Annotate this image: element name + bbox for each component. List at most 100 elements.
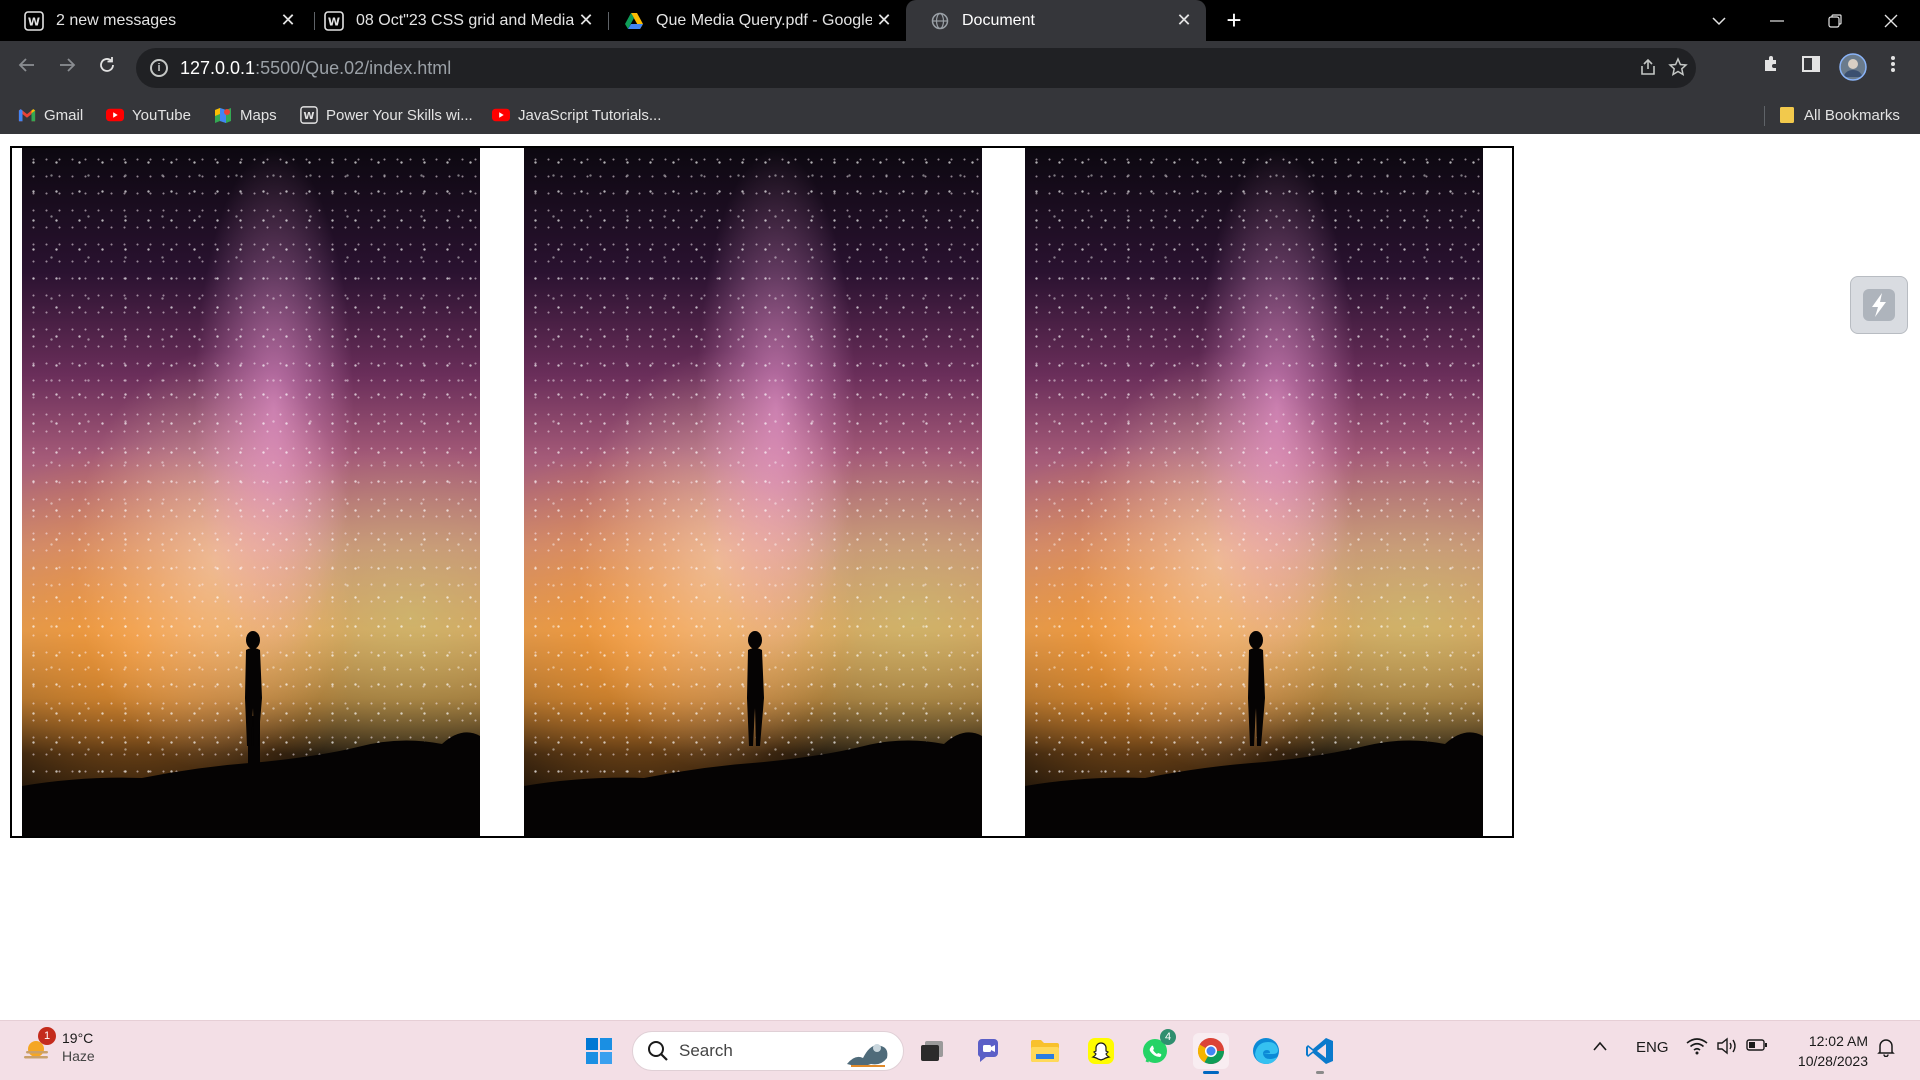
chat-icon bbox=[977, 1039, 998, 1062]
svg-text:W: W bbox=[304, 111, 315, 122]
bookmark-maps[interactable]: Maps bbox=[214, 104, 277, 126]
maps-icon bbox=[214, 106, 232, 124]
file-explorer-button[interactable] bbox=[1027, 1033, 1063, 1069]
menu-kebab-icon[interactable] bbox=[1878, 53, 1908, 83]
all-bookmarks-button[interactable]: All Bookmarks bbox=[1778, 104, 1900, 126]
whatsapp-button[interactable]: 4 bbox=[1138, 1029, 1176, 1069]
tab-google-drive[interactable]: Que Media Query.pdf - Google I ✕ bbox=[600, 0, 906, 41]
wordpress-icon: W bbox=[24, 10, 44, 31]
globe-icon bbox=[930, 11, 950, 31]
gmail-icon bbox=[18, 106, 36, 124]
lightning-icon bbox=[1863, 289, 1895, 321]
running-indicator bbox=[1316, 1071, 1324, 1074]
task-view-button[interactable] bbox=[914, 1033, 950, 1069]
vscode-icon bbox=[1306, 1038, 1333, 1064]
tab-css-grid[interactable]: W 08 Oct"23 CSS grid and Media C ✕ bbox=[300, 0, 608, 41]
bookmark-label: Gmail bbox=[44, 106, 84, 124]
browser-toolbar: i 127.0.0.1:5500/Que.02/index.html bbox=[0, 41, 1920, 96]
forward-button[interactable] bbox=[52, 53, 82, 83]
close-window-button[interactable] bbox=[1862, 0, 1920, 41]
reload-button[interactable] bbox=[92, 53, 122, 83]
url-host: 127.0.0.1 bbox=[180, 57, 256, 78]
weather-condition: Haze bbox=[62, 1048, 95, 1064]
share-icon[interactable] bbox=[1636, 57, 1660, 81]
weather-temperature: 19°C bbox=[62, 1030, 94, 1046]
battery-icon[interactable] bbox=[1746, 1038, 1768, 1056]
bookmark-label: Power Your Skills wi... bbox=[326, 106, 473, 124]
bookmark-label: Maps bbox=[240, 106, 277, 124]
side-panel-icon[interactable] bbox=[1796, 53, 1826, 83]
minimize-button[interactable] bbox=[1748, 0, 1806, 41]
wordpress-icon: W bbox=[324, 10, 344, 31]
volume-icon[interactable] bbox=[1716, 1037, 1738, 1059]
grid-item-image bbox=[22, 148, 480, 836]
google-drive-icon bbox=[624, 11, 644, 31]
active-indicator bbox=[1203, 1071, 1219, 1074]
folder-icon bbox=[1031, 1040, 1059, 1062]
tab-search-chevron-icon[interactable] bbox=[1690, 0, 1748, 41]
svg-text:W: W bbox=[28, 15, 40, 28]
youtube-icon bbox=[106, 106, 124, 124]
task-view-icon bbox=[921, 1041, 943, 1061]
notifications-bell-icon[interactable] bbox=[1876, 1037, 1896, 1061]
bookmarks-bar: Gmail YouTube Maps W Power Your Skills w… bbox=[0, 96, 1920, 134]
windows-taskbar: 1 19°C Haze Search 4 ENG 12:02 AM 10/28/… bbox=[0, 1020, 1920, 1080]
tab-document[interactable]: Document ✕ bbox=[906, 0, 1206, 41]
wifi-icon[interactable] bbox=[1686, 1037, 1708, 1059]
bookmark-youtube[interactable]: YouTube bbox=[106, 104, 191, 126]
start-button[interactable] bbox=[581, 1033, 617, 1069]
close-icon[interactable]: ✕ bbox=[1172, 10, 1196, 31]
all-bookmarks-label: All Bookmarks bbox=[1804, 106, 1900, 124]
close-icon[interactable]: ✕ bbox=[276, 10, 300, 31]
bookmark-star-icon[interactable] bbox=[1666, 57, 1690, 81]
teams-chat-button[interactable] bbox=[970, 1033, 1006, 1069]
folder-icon bbox=[1778, 106, 1796, 124]
svg-text:W: W bbox=[328, 15, 340, 28]
system-clock[interactable]: 12:02 AM 10/28/2023 bbox=[1782, 1031, 1868, 1071]
person-silhouette-icon bbox=[1248, 631, 1265, 746]
restore-button[interactable] bbox=[1806, 0, 1864, 41]
profile-avatar[interactable] bbox=[1838, 53, 1868, 83]
clock-date: 10/28/2023 bbox=[1797, 1053, 1868, 1069]
grid-container bbox=[10, 146, 1514, 838]
wordpress-icon: W bbox=[300, 106, 318, 124]
person-silhouette-icon bbox=[245, 631, 262, 746]
chevron-up-icon bbox=[1593, 1041, 1607, 1051]
close-icon[interactable]: ✕ bbox=[574, 10, 598, 31]
snapchat-button[interactable] bbox=[1083, 1033, 1119, 1069]
new-tab-button[interactable]: + bbox=[1220, 6, 1248, 34]
whatsapp-badge: 4 bbox=[1160, 1029, 1176, 1045]
page-viewport bbox=[0, 134, 1920, 1020]
tab-title: Document bbox=[962, 11, 1035, 29]
browser-tab-strip: W 2 new messages ✕ W 08 Oct"23 CSS grid … bbox=[0, 0, 1920, 41]
vscode-button[interactable] bbox=[1302, 1033, 1338, 1074]
tab-title: 2 new messages bbox=[56, 11, 177, 29]
site-info-icon[interactable]: i bbox=[150, 59, 168, 77]
youtube-icon bbox=[492, 106, 510, 124]
back-button[interactable] bbox=[12, 53, 42, 83]
taskbar-search[interactable]: Search bbox=[632, 1031, 904, 1071]
bookmark-label: JavaScript Tutorials... bbox=[518, 106, 662, 124]
tab-messages[interactable]: W 2 new messages ✕ bbox=[0, 0, 310, 41]
windows-logo-icon bbox=[586, 1038, 612, 1064]
person-silhouette-icon bbox=[747, 631, 764, 746]
search-highlight-icon bbox=[847, 1044, 888, 1067]
grid-item-image bbox=[1025, 148, 1483, 836]
grid-item-image bbox=[524, 148, 982, 836]
bookmark-gmail[interactable]: Gmail bbox=[18, 104, 83, 126]
edge-button[interactable] bbox=[1248, 1033, 1284, 1069]
address-bar[interactable]: i 127.0.0.1:5500/Que.02/index.html bbox=[136, 48, 1696, 88]
bookmarks-separator bbox=[1764, 106, 1765, 126]
floating-extension-button[interactable] bbox=[1850, 276, 1908, 334]
tab-title: Que Media Query.pdf - Google I bbox=[656, 11, 872, 29]
show-hidden-icons-button[interactable] bbox=[1592, 1039, 1608, 1056]
weather-haze-icon: 1 bbox=[22, 1027, 56, 1063]
chrome-button[interactable] bbox=[1193, 1033, 1229, 1074]
snapchat-icon bbox=[1088, 1038, 1114, 1064]
language-indicator[interactable]: ENG bbox=[1636, 1039, 1669, 1056]
bookmark-power-your-skills[interactable]: W Power Your Skills wi... bbox=[300, 104, 473, 126]
close-icon[interactable]: ✕ bbox=[872, 10, 896, 31]
extensions-icon[interactable] bbox=[1756, 53, 1786, 83]
weather-widget[interactable]: 1 19°C Haze bbox=[22, 1027, 95, 1065]
bookmark-javascript-tutorials[interactable]: JavaScript Tutorials... bbox=[492, 104, 661, 126]
